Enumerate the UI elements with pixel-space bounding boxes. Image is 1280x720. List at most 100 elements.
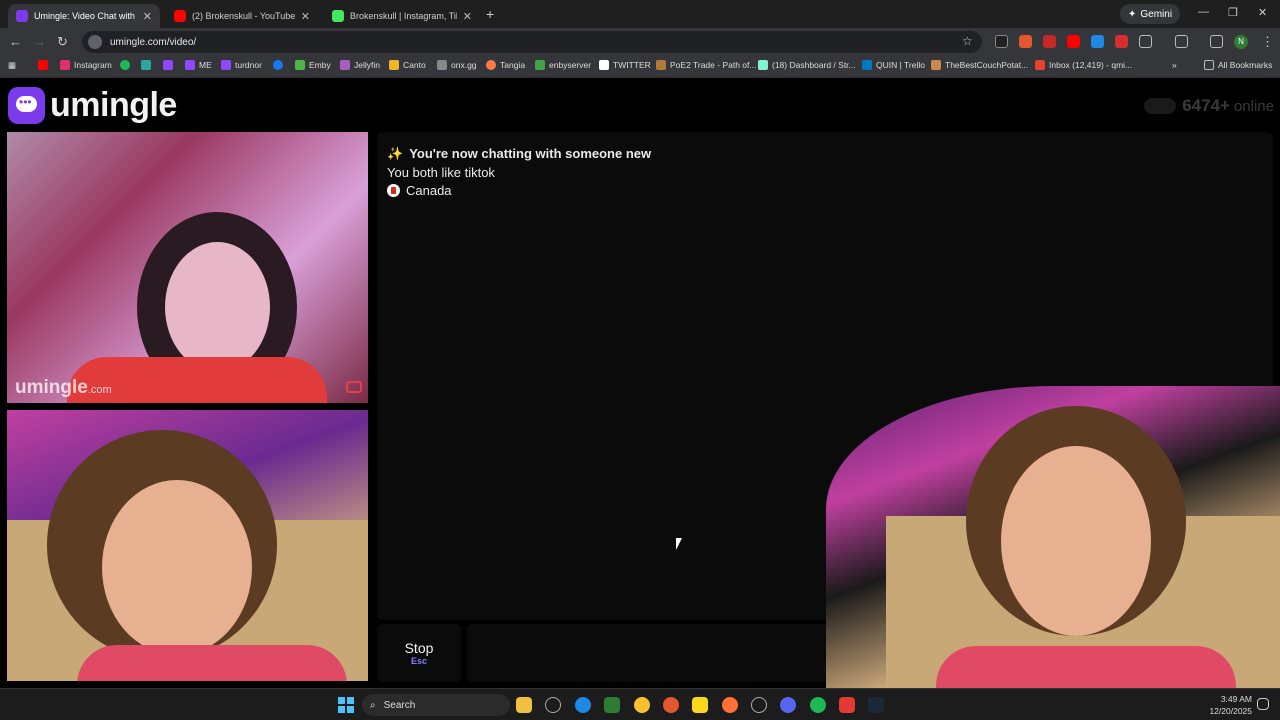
report-icon[interactable]	[346, 381, 362, 393]
reload-button[interactable]: ↻	[57, 34, 68, 50]
bookmark-tangia[interactable]: Tangia	[486, 60, 525, 70]
extension-icon[interactable]	[1067, 35, 1080, 48]
extension-icon[interactable]	[1019, 35, 1032, 48]
close-icon[interactable]: ✕	[143, 10, 152, 23]
bookmark-youtube[interactable]	[38, 60, 52, 70]
gemini-label: Gemini	[1140, 8, 1173, 20]
close-icon[interactable]: ✕	[301, 10, 310, 23]
new-tab-button[interactable]: +	[486, 6, 494, 22]
firefox-icon[interactable]	[722, 697, 738, 713]
tab-title: (2) Brokenskull - YouTube	[192, 11, 295, 21]
bookmark-emby[interactable]: Emby	[295, 60, 331, 70]
tab-umingle[interactable]: Umingle: Video Chat with S ✕	[8, 4, 160, 28]
system-clock[interactable]: 3:49 AM 12/20/2025	[1202, 693, 1252, 717]
apps-icon[interactable]: ▦	[8, 60, 16, 71]
notification-icon[interactable]	[1257, 698, 1269, 710]
extension-icon[interactable]	[995, 35, 1008, 48]
extension-icon[interactable]	[1115, 35, 1128, 48]
logo-text: umingle	[50, 86, 177, 124]
mouse-cursor	[676, 538, 682, 550]
country-name: Canada	[406, 183, 452, 198]
tab-youtube[interactable]: (2) Brokenskull - YouTube ✕	[166, 4, 318, 28]
windows-start-icon[interactable]	[338, 697, 354, 713]
more-bookmarks-icon[interactable]: »	[1172, 60, 1177, 70]
twitch-icon	[163, 60, 173, 70]
bookmark-couchpotato[interactable]: TheBestCouchPotat...	[931, 60, 1028, 70]
bookmark-label: (18) Dashboard / Str...	[772, 60, 856, 70]
app-icon[interactable]	[663, 697, 679, 713]
minimize-button[interactable]: —	[1198, 6, 1209, 18]
extensions-puzzle-icon[interactable]	[1139, 35, 1152, 48]
stranger-country: Canada	[387, 183, 452, 198]
bookmark-poe2[interactable]: PoE2 Trade - Path of...	[656, 60, 756, 70]
pip-self-video[interactable]	[826, 386, 1280, 694]
windows-taskbar: ⌕ Search 3:49 AM 12/20/2025	[0, 688, 1280, 720]
back-button[interactable]: ←	[9, 34, 22, 49]
self-video	[7, 410, 368, 681]
cast-icon[interactable]	[1175, 35, 1188, 48]
gemini-button[interactable]: ✦ Gemini	[1120, 4, 1181, 24]
folder-icon	[1204, 60, 1214, 70]
search-placeholder: Search	[383, 699, 416, 711]
bookmark-twitter[interactable]: TWITTER	[599, 60, 651, 70]
bookmark-spotify[interactable]	[120, 60, 134, 70]
steam-icon[interactable]	[868, 697, 884, 713]
browser-toolbar: ← → ↻ umingle.com/video/ ☆ ⋮	[0, 28, 1280, 56]
close-icon[interactable]: ✕	[463, 10, 472, 23]
extension-icon[interactable]	[1043, 35, 1056, 48]
file-explorer-icon[interactable]	[516, 697, 532, 713]
gmail-icon	[1035, 60, 1045, 70]
bookmark-trello[interactable]: QUIN | Trello	[862, 60, 925, 70]
search-icon: ⌕	[370, 699, 376, 711]
media-icon[interactable]	[1210, 35, 1223, 48]
bookmark-label: TWITTER	[613, 60, 651, 70]
edge-icon[interactable]	[575, 697, 591, 713]
discord-icon[interactable]	[780, 697, 796, 713]
common-interest: You both like tiktok	[387, 165, 495, 180]
bookmark-instagram[interactable]: Instagram	[60, 60, 112, 70]
profile-avatar[interactable]: N	[1234, 35, 1248, 49]
all-bookmarks[interactable]: All Bookmarks	[1204, 60, 1272, 70]
bookmark-enbyserver[interactable]: enbyserver	[535, 60, 591, 70]
bookmark-dashboard[interactable]: (18) Dashboard / Str...	[758, 60, 856, 70]
bookmark-me[interactable]: ME	[185, 60, 212, 70]
app-icon[interactable]	[839, 697, 855, 713]
menu-icon[interactable]: ⋮	[1261, 34, 1274, 50]
bookmark-twitch[interactable]	[163, 60, 177, 70]
online-label: online	[1233, 97, 1274, 115]
extension-icon[interactable]	[1091, 35, 1104, 48]
umingle-icon	[16, 10, 28, 22]
site-info-icon[interactable]	[88, 35, 102, 49]
chrome-icon[interactable]	[634, 697, 650, 713]
bookmark-onx[interactable]: onx.gg	[437, 60, 477, 70]
spotify-icon[interactable]	[810, 697, 826, 713]
bookmark-facebook[interactable]	[273, 60, 287, 70]
bookmarks-bar: ▦ Instagram ME turdnor Emby Jellyfin Can…	[0, 56, 1280, 78]
bookmark-canto[interactable]: Canto	[389, 60, 426, 70]
bookmark-jellyfin[interactable]: Jellyfin	[340, 60, 380, 70]
sticky-notes-icon[interactable]	[692, 697, 708, 713]
bookmark-star-icon[interactable]: ☆	[962, 34, 973, 48]
taskbar-search[interactable]: ⌕ Search	[362, 694, 510, 716]
bookmark-gmail[interactable]: Inbox (12,419) - qmi...	[1035, 60, 1132, 70]
forward-button[interactable]: →	[33, 34, 46, 49]
jellyfin-icon	[340, 60, 350, 70]
app-icon[interactable]	[545, 697, 561, 713]
address-bar[interactable]: umingle.com/video/	[82, 31, 982, 53]
site-logo[interactable]: umingle	[8, 86, 177, 125]
theme-toggle[interactable]	[1144, 98, 1177, 114]
window-close-button[interactable]: ✕	[1258, 6, 1267, 19]
tab-linktree[interactable]: Brokenskull | Instagram, TikTok ✕	[324, 4, 480, 28]
twitch-icon	[221, 60, 231, 70]
maximize-button[interactable]: ❐	[1228, 6, 1238, 19]
bookmark-app[interactable]	[141, 60, 155, 70]
play-icon[interactable]	[604, 697, 620, 713]
bookmark-turdnor[interactable]: turdnor	[221, 60, 262, 70]
stop-button[interactable]: Stop Esc	[377, 624, 461, 682]
app-icon[interactable]	[751, 697, 767, 713]
sparkle-icon: ✦	[1128, 8, 1137, 20]
x-icon	[599, 60, 609, 70]
chat-headline: You're now chatting with someone new	[409, 146, 652, 161]
bookmark-label: Inbox (12,419) - qmi...	[1049, 60, 1133, 70]
self-face	[102, 480, 252, 655]
